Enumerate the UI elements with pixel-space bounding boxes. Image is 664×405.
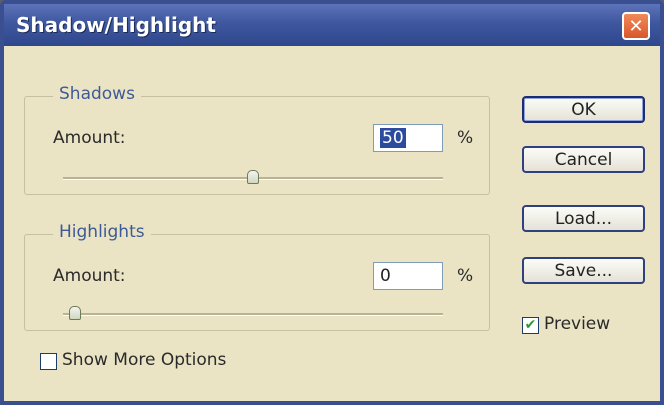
shadows-slider-thumb[interactable] — [247, 170, 259, 184]
shadows-group: Shadows Amount: 50 % — [24, 84, 490, 195]
highlights-amount-value: 0 — [380, 266, 391, 286]
highlights-group-title: Highlights — [53, 222, 151, 242]
highlights-amount-input[interactable]: 0 — [373, 262, 443, 290]
shadows-amount-label: Amount: — [53, 128, 126, 148]
shadows-amount-input[interactable]: 50 — [373, 124, 443, 152]
load-button[interactable]: Load... — [522, 205, 645, 232]
checkmark-icon: ✔ — [524, 317, 537, 333]
highlights-slider-thumb[interactable] — [69, 306, 81, 320]
highlights-amount-label: Amount: — [53, 266, 126, 286]
highlights-group: Highlights Amount: 0 % — [24, 222, 490, 331]
save-button[interactable]: Save... — [522, 257, 645, 284]
highlights-slider-track[interactable] — [63, 313, 443, 316]
show-more-options-checkbox[interactable] — [40, 353, 57, 370]
highlights-percent-label: % — [457, 266, 474, 286]
cancel-button[interactable]: Cancel — [522, 146, 645, 173]
title-bar[interactable]: Shadow/Highlight ✕ — [4, 4, 660, 46]
close-button[interactable]: ✕ — [622, 12, 650, 40]
show-more-options-label: Show More Options — [62, 350, 227, 370]
shadow-highlight-dialog: Shadow/Highlight ✕ Shadows Amount: 50 % … — [0, 0, 664, 405]
close-icon: ✕ — [628, 15, 644, 37]
dialog-body: Shadows Amount: 50 % Highlights Amount: … — [4, 46, 660, 401]
shadows-group-title: Shadows — [53, 84, 141, 104]
dialog-title: Shadow/Highlight — [16, 13, 216, 37]
shadows-amount-value: 50 — [380, 128, 406, 148]
preview-label: Preview — [544, 314, 611, 334]
preview-checkbox[interactable]: ✔ — [522, 317, 539, 334]
shadows-percent-label: % — [457, 128, 474, 148]
ok-button[interactable]: OK — [522, 96, 645, 123]
